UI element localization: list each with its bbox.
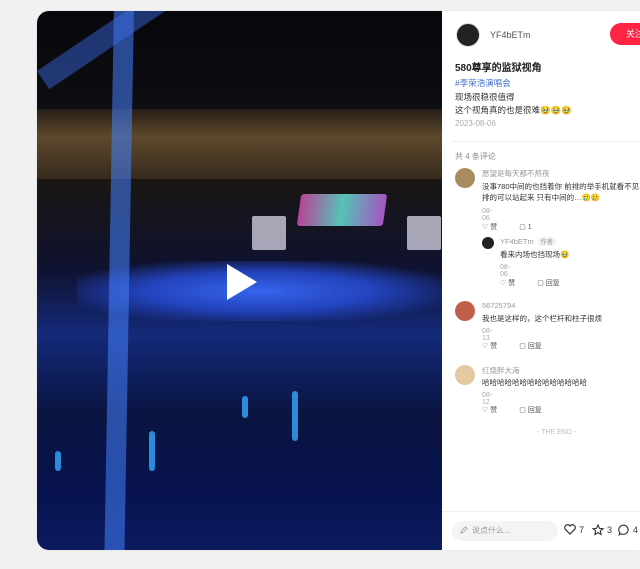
comment-date: 08-06 xyxy=(482,208,493,222)
like-button[interactable]: ♡ 赞 xyxy=(482,407,507,414)
comment-author-name: YF4bETm xyxy=(500,237,534,246)
comment-date: 08-12 xyxy=(482,392,493,406)
comment-text: 哈哈哈哈哈哈哈哈哈哈哈哈哈哈 xyxy=(482,378,587,387)
stadium-roof xyxy=(37,109,442,179)
reply-label: 回复 xyxy=(527,343,542,350)
stage-screen xyxy=(296,194,388,226)
like-label: 赞 xyxy=(490,407,498,414)
post-text-line: 这个视角真的也是很难🥹🥹🥹 xyxy=(455,105,572,115)
comment-author[interactable]: 愿望是每天都不熬夜 xyxy=(482,168,550,179)
post-title: 580尊享的监狱视角 xyxy=(455,63,542,74)
comment-count: 共 4 条评论 xyxy=(455,152,496,161)
avatar[interactable] xyxy=(482,237,494,249)
like-count: 7 xyxy=(579,524,585,535)
author-info[interactable]: YF4bETm xyxy=(456,23,531,47)
comment-input-placeholder: 说点什么... xyxy=(472,526,511,535)
light-beam xyxy=(242,396,248,418)
comment-text: 我也是这样的，这个栏杆和柱子很烦 xyxy=(482,314,602,323)
comment-author[interactable]: 红烧胖大海 xyxy=(482,365,520,376)
note-sidebar: YF4bETm 关注 580尊享的监狱视角 #李荣浩演唱会 现场很稳很值得 这个… xyxy=(442,11,640,550)
video-player[interactable] xyxy=(37,11,442,550)
comment-text: 看来内场也挡现场🥹 xyxy=(500,250,570,259)
divider xyxy=(452,141,640,142)
comment-text: 没事780中间的也挡着你 前排的举手机就看不见了 xyxy=(482,182,640,191)
comment-actions: ♡ 赞 ▢ 回复 xyxy=(482,405,562,415)
like-button[interactable]: ♡ 赞 xyxy=(500,280,525,287)
comment-actions: ♡ 赞 ▢ 回复 xyxy=(500,278,580,288)
reply-label: 回复 xyxy=(527,407,542,414)
comment-author[interactable]: 56725794 xyxy=(482,301,515,310)
reply-button[interactable]: ▢ 回复 xyxy=(519,343,552,350)
note-card: YF4bETm 关注 580尊享的监狱视角 #李荣浩演唱会 现场很稳很值得 这个… xyxy=(37,11,640,550)
pen-icon xyxy=(460,526,468,534)
like-label: 赞 xyxy=(490,343,498,350)
comment-author[interactable]: YF4bETm 作者 xyxy=(500,237,556,246)
follow-button[interactable]: 关注 xyxy=(610,23,640,45)
author-badge: 作者 xyxy=(537,237,556,246)
play-icon[interactable] xyxy=(227,264,257,300)
comment-input[interactable]: 说点什么... xyxy=(452,521,558,541)
stage-side-screen xyxy=(407,216,441,250)
post-tag[interactable]: #李荣浩演唱会 xyxy=(455,77,511,89)
post-text-line: 现场很稳很值得 xyxy=(455,92,515,102)
chat-icon xyxy=(618,524,629,536)
author-name[interactable]: YF4bETm xyxy=(490,30,531,40)
avatar[interactable] xyxy=(456,23,480,47)
reply-label: 回复 xyxy=(545,280,560,287)
reply-button[interactable]: ▢ 回复 xyxy=(519,407,552,414)
star-count: 3 xyxy=(607,525,613,535)
comment-date: 08-06 xyxy=(500,264,511,278)
comment-actions: ♡ 赞 ▢ 1 xyxy=(482,222,552,232)
stage-side-screen xyxy=(252,216,286,250)
reply-button[interactable]: ▢ 回复 xyxy=(537,280,570,287)
comment-date: 08-13 xyxy=(482,328,493,342)
post-date: 2023-08-06 xyxy=(455,119,496,128)
like-label: 赞 xyxy=(490,224,498,231)
reply-button[interactable]: ▢ 1 xyxy=(519,224,541,231)
comment-text: 排的可以站起来 只有中间的…🥲🥲 xyxy=(482,193,601,202)
like-label: 赞 xyxy=(508,280,516,287)
like-stat[interactable]: 7 xyxy=(564,524,584,535)
the-end-label: - THE END - xyxy=(537,429,577,436)
comment-stat[interactable]: 4 xyxy=(618,524,638,536)
light-beam xyxy=(292,391,298,441)
like-button[interactable]: ♡ 赞 xyxy=(482,224,507,231)
avatar[interactable] xyxy=(455,168,475,188)
like-button[interactable]: ♡ 赞 xyxy=(482,343,507,350)
heart-icon xyxy=(564,524,576,535)
avatar[interactable] xyxy=(455,365,475,385)
star-icon xyxy=(592,524,604,536)
comment-actions: ♡ 赞 ▢ 回复 xyxy=(482,341,562,351)
star-stat[interactable]: 3 xyxy=(592,524,612,536)
crowd-lights xyxy=(77,261,442,321)
railing-bar xyxy=(37,11,442,90)
avatar[interactable] xyxy=(455,301,475,321)
comment-stat-count: 4 xyxy=(633,525,639,535)
light-beam xyxy=(55,451,61,471)
bottom-bar: 说点什么... 7 3 4 xyxy=(442,511,640,550)
light-beam xyxy=(149,431,155,471)
reply-count: 1 xyxy=(527,224,532,231)
